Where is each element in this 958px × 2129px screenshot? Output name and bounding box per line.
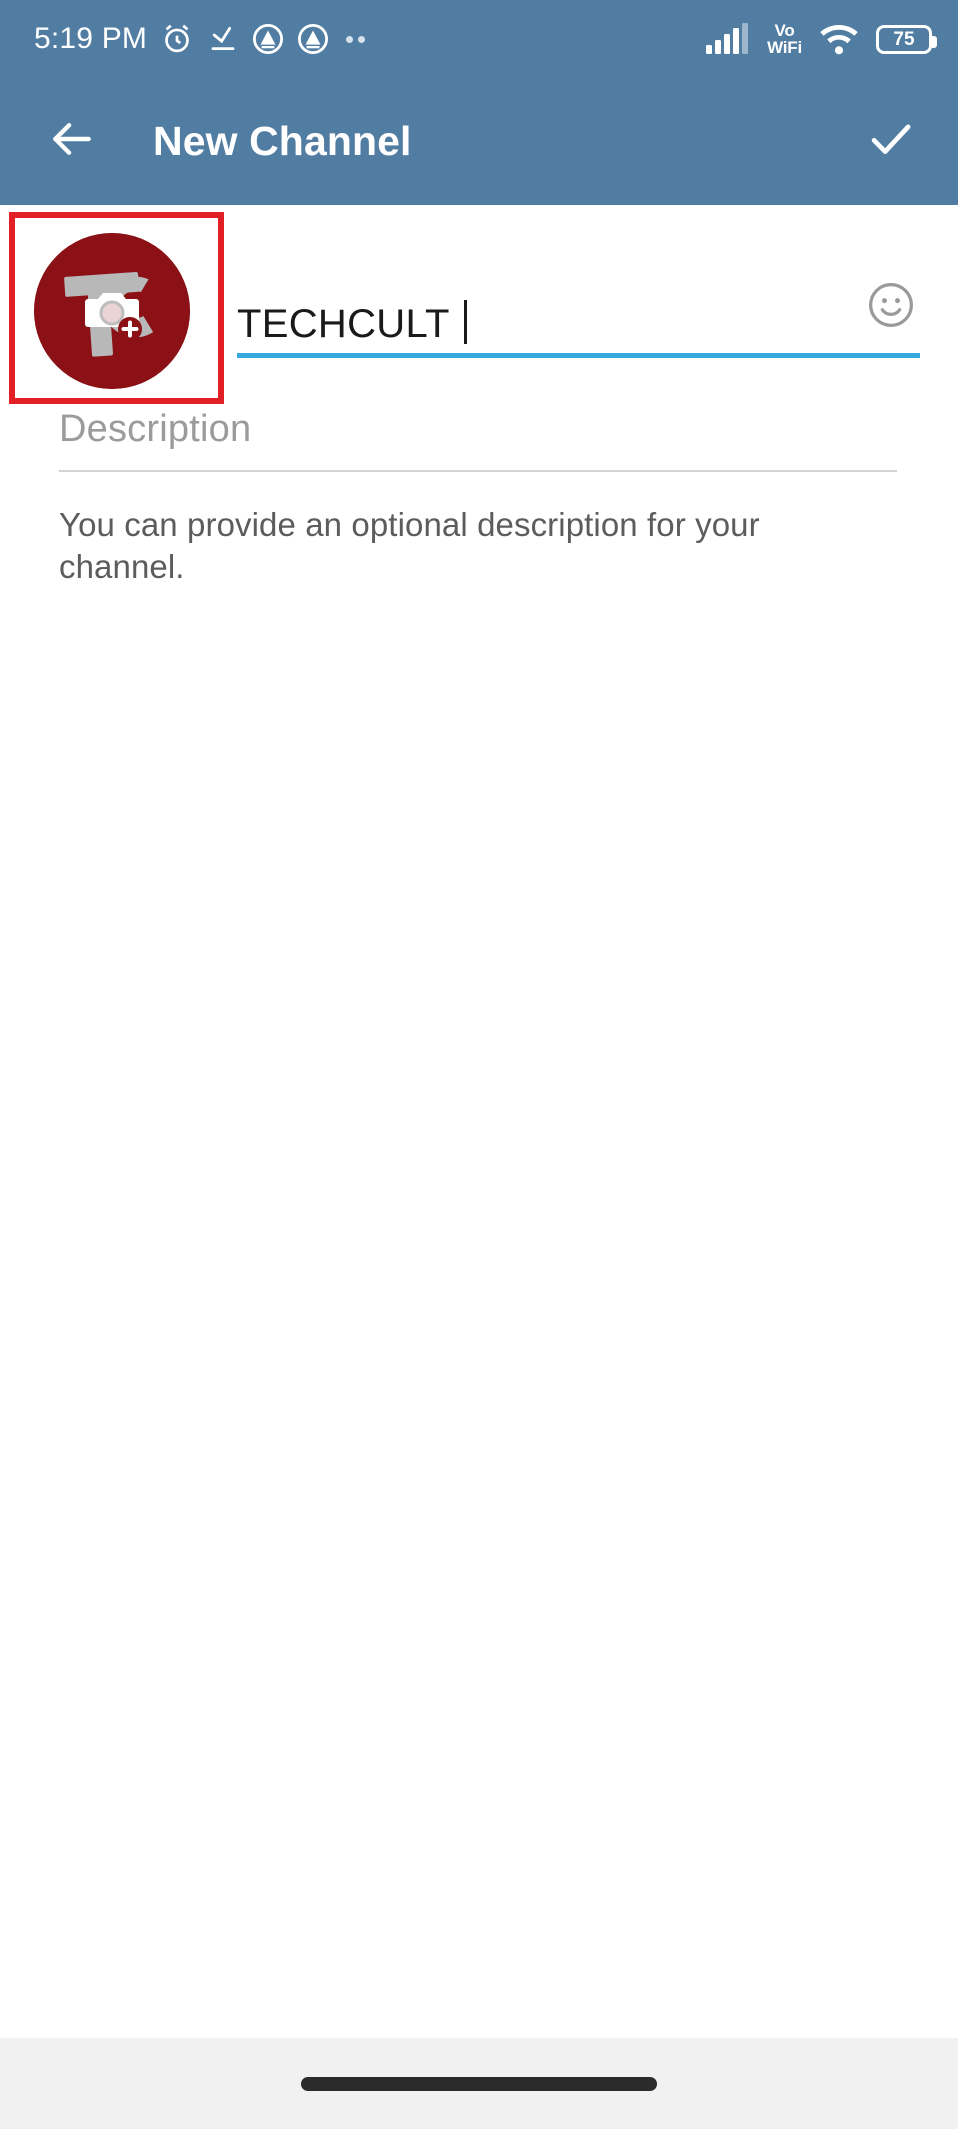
app-bar: New Channel: [0, 78, 958, 205]
camera-add-icon: [80, 279, 144, 343]
channel-avatar-button[interactable]: [34, 233, 190, 389]
battery-level-label: 75: [893, 28, 915, 50]
phone-screen: 5:19 PM Vo WiFi 75 New Channel TECHCULT …: [0, 0, 958, 2129]
system-navigation-bar: [0, 2038, 958, 2129]
done-button[interactable]: [860, 111, 922, 173]
app-triangle-icon-1: [252, 23, 284, 55]
channel-name-underline: [237, 353, 920, 358]
status-bar-right: Vo WiFi 75: [705, 22, 937, 56]
check-icon: [864, 112, 918, 171]
alarm-clock-icon: [160, 22, 194, 56]
vowifi-icon: Vo WiFi: [767, 22, 802, 56]
vowifi-label-bottom: WiFi: [767, 38, 802, 57]
app-triangle-icon-2: [297, 23, 329, 55]
channel-name-row: TECHCULT: [0, 205, 958, 410]
status-clock: 5:19 PM: [34, 22, 148, 55]
channel-description-underline: [59, 470, 897, 472]
channel-name-field[interactable]: TECHCULT: [237, 205, 920, 410]
content-area: TECHCULT Description You can provide an …: [0, 205, 958, 2129]
download-complete-icon: [207, 23, 239, 55]
back-button[interactable]: [44, 114, 100, 170]
channel-description-hint: You can provide an optional description …: [59, 506, 760, 586]
wifi-icon: [818, 23, 860, 55]
channel-description-input[interactable]: Description: [59, 410, 897, 470]
channel-name-value: TECHCULT: [237, 302, 450, 346]
emoji-smiley-icon[interactable]: [864, 278, 918, 332]
channel-name-input[interactable]: TECHCULT: [237, 300, 920, 353]
battery-icon: 75: [876, 24, 937, 54]
back-arrow-icon: [47, 114, 97, 169]
page-title: New Channel: [153, 118, 412, 164]
status-bar-left: 5:19 PM: [34, 22, 366, 56]
cellular-signal-icon: [705, 23, 751, 55]
gesture-home-handle[interactable]: [301, 2076, 657, 2091]
more-notifications-icon: [346, 35, 366, 43]
text-caret: [463, 300, 467, 344]
status-bar: 5:19 PM Vo WiFi 75: [0, 0, 958, 78]
channel-description-field[interactable]: Description You can provide an optional …: [59, 410, 897, 588]
